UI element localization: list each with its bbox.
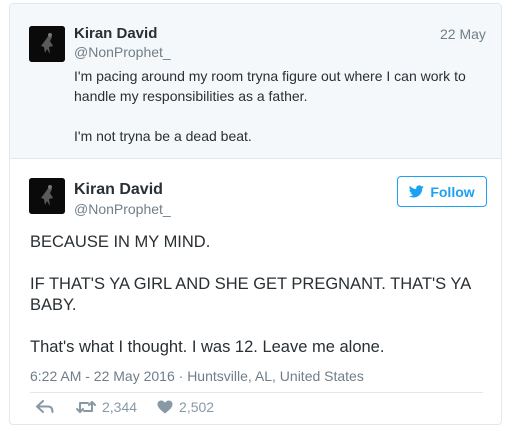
main-author-name[interactable]: Kiran David (74, 181, 163, 199)
parent-tweet-paragraph: I'm pacing around my room tryna figure o… (74, 68, 466, 104)
parent-tweet-text: I'm pacing around my room tryna figure o… (74, 66, 494, 146)
parent-tweet-paragraph: I'm not tryna be a dead beat. (74, 128, 252, 144)
reply-button[interactable] (36, 400, 54, 414)
retweet-count: 2,344 (102, 399, 138, 415)
reply-icon (36, 400, 54, 413)
retweet-button[interactable]: 2,344 (76, 399, 137, 415)
main-tweet-text: BECAUSE IN MY MIND. IF THAT'S YA GIRL AN… (30, 232, 490, 358)
follow-button[interactable]: Follow (397, 176, 487, 207)
like-count: 2,502 (179, 399, 215, 415)
main-author-handle[interactable]: @NonProphet_ (74, 201, 171, 217)
parent-author-handle[interactable]: @NonProphet_ (74, 44, 171, 60)
main-tweet-paragraph: That's what I thought. I was 12. Leave m… (30, 338, 385, 356)
twitter-bird-icon (409, 185, 425, 198)
divider (30, 392, 483, 393)
tweet-timestamp-location[interactable]: 6:22 AM - 22 May 2016 · Huntsville, AL, … (30, 368, 364, 384)
tweet-actions: 2,344 2,502 (30, 396, 214, 418)
tweet-embed-card: Kiran David @NonProphet_ 22 May I'm paci… (9, 3, 502, 425)
parent-author-name[interactable]: Kiran David (74, 25, 157, 42)
parent-avatar[interactable] (29, 26, 65, 62)
main-tweet-paragraph: IF THAT'S YA GIRL AND SHE GET PREGNANT. … (30, 275, 471, 314)
parent-tweet-date[interactable]: 22 May (440, 26, 486, 42)
retweet-icon (76, 401, 96, 413)
avatar-image (29, 26, 65, 62)
like-button[interactable]: 2,502 (157, 399, 214, 415)
avatar-image (29, 178, 65, 214)
main-tweet-paragraph: BECAUSE IN MY MIND. (30, 233, 211, 251)
main-avatar[interactable] (29, 178, 65, 214)
parent-tweet[interactable]: Kiran David @NonProphet_ 22 May I'm paci… (10, 4, 501, 159)
follow-button-label: Follow (430, 183, 475, 200)
heart-icon (157, 400, 173, 414)
